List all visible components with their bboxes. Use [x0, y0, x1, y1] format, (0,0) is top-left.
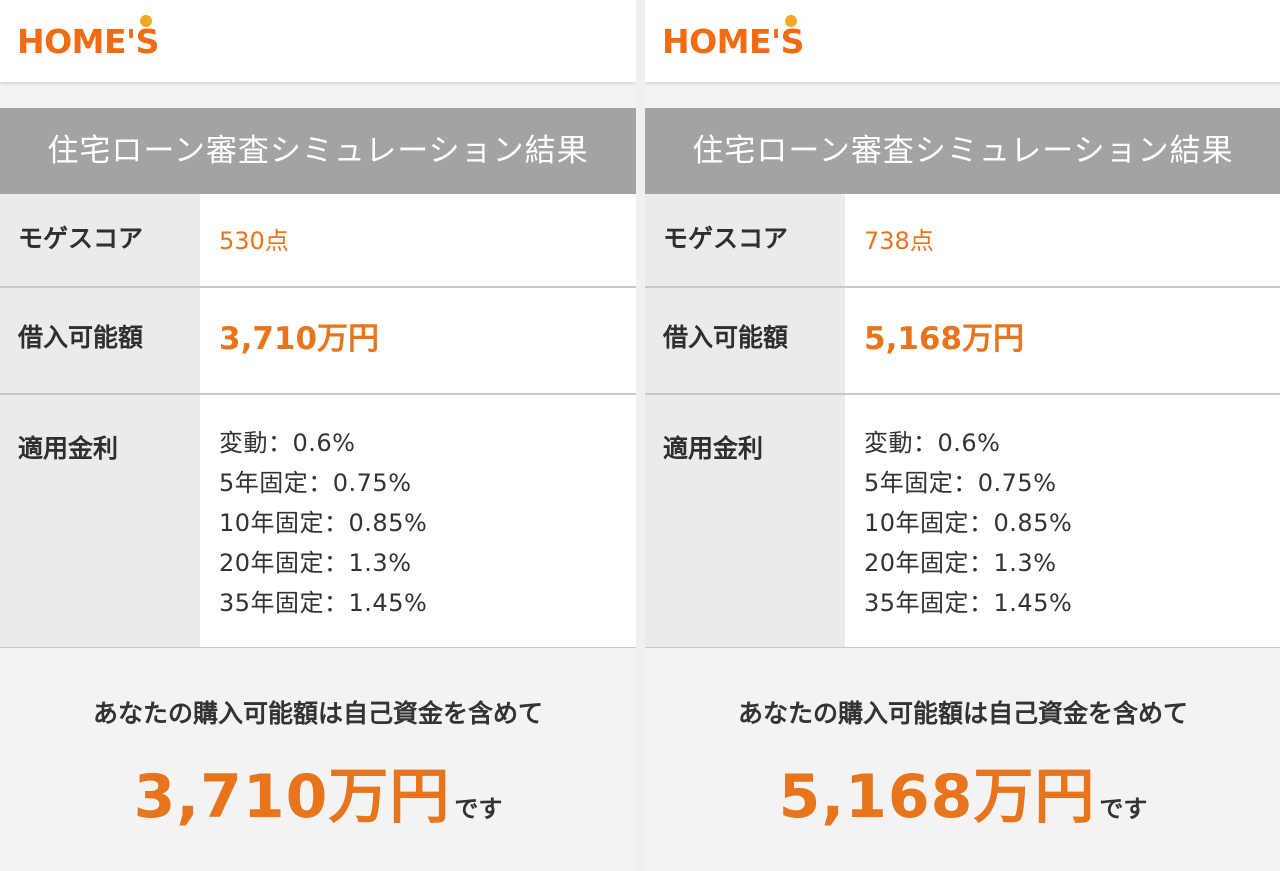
interest-rates-row: 適用金利 変動：0.6% 5年固定：0.75% 10年固定：0.85% 20年固… [645, 395, 1280, 649]
page-title: 住宅ローン審査シミュレーション結果 [645, 108, 1280, 194]
borrowable-amount-row: 借入可能額 5,168万円 [645, 288, 1280, 395]
purchase-summary: あなたの購入可能額は自己資金を含めて 5,168万円 です [645, 648, 1280, 871]
result-table: モゲスコア 738点 借入可能額 5,168万円 適用金利 変動：0.6% 5年… [645, 194, 1280, 649]
interest-rates-list: 変動：0.6% 5年固定：0.75% 10年固定：0.85% 20年固定：1.3… [200, 395, 636, 647]
rate-35yr-fixed: 35年固定：1.45% [219, 589, 428, 617]
rate-20yr-fixed: 20年固定：1.3% [864, 549, 1057, 577]
result-panel-right: HOME'S 住宅ローン審査シミュレーション結果 モゲスコア 738点 借入可能… [645, 0, 1280, 871]
logo-text: HOME'S [17, 22, 159, 61]
page-title: 住宅ローン審査シミュレーション結果 [0, 108, 636, 194]
summary-amount: 5,168万円 [778, 762, 1096, 832]
lightbulb-icon [140, 15, 152, 27]
purchase-summary: あなたの購入可能額は自己資金を含めて 3,710万円 です [0, 648, 636, 871]
interest-rates-label: 適用金利 [0, 395, 200, 647]
summary-suffix: です [1099, 795, 1148, 823]
summary-amount-line: 5,168万円 です [645, 748, 1280, 835]
rate-10yr-fixed: 10年固定：0.85% [864, 509, 1073, 537]
interest-rates-row: 適用金利 変動：0.6% 5年固定：0.75% 10年固定：0.85% 20年固… [0, 395, 636, 649]
score-label: モゲスコア [0, 194, 200, 286]
summary-lead: あなたの購入可能額は自己資金を含めて [737, 699, 1188, 728]
rate-5yr-fixed: 5年固定：0.75% [219, 469, 412, 497]
summary-amount-line: 3,710万円 です [0, 748, 636, 835]
rate-35yr-fixed: 35年固定：1.45% [864, 589, 1073, 617]
logo-text: HOME'S [662, 22, 804, 61]
rate-20yr-fixed: 20年固定：1.3% [219, 549, 412, 577]
summary-amount: 3,710万円 [133, 762, 451, 832]
homes-logo[interactable]: HOME'S [17, 15, 159, 62]
rate-5yr-fixed: 5年固定：0.75% [864, 469, 1057, 497]
borrowable-amount-value: 3,710万円 [219, 321, 380, 357]
result-panel-left: HOME'S 住宅ローン審査シミュレーション結果 モゲスコア 530点 借入可能… [0, 0, 636, 871]
rate-10yr-fixed: 10年固定：0.85% [219, 509, 428, 537]
borrowable-amount-label: 借入可能額 [645, 288, 845, 393]
lightbulb-icon [785, 15, 797, 27]
score-value: 530点 [219, 227, 289, 255]
panel-divider [636, 0, 645, 871]
score-row: モゲスコア 530点 [0, 194, 636, 288]
rate-variable: 変動：0.6% [864, 429, 1001, 457]
interest-rates-list: 変動：0.6% 5年固定：0.75% 10年固定：0.85% 20年固定：1.3… [845, 395, 1280, 647]
interest-rates-label: 適用金利 [645, 395, 845, 647]
app-header: HOME'S [0, 0, 636, 82]
result-table: モゲスコア 530点 借入可能額 3,710万円 適用金利 変動：0.6% 5年… [0, 194, 636, 649]
summary-lead: あなたの購入可能額は自己資金を含めて [92, 699, 543, 728]
borrowable-amount-row: 借入可能額 3,710万円 [0, 288, 636, 395]
score-value: 738点 [864, 227, 934, 255]
score-label: モゲスコア [645, 194, 845, 286]
borrowable-amount-value: 5,168万円 [864, 321, 1025, 357]
rate-variable: 変動：0.6% [219, 429, 356, 457]
summary-suffix: です [454, 795, 503, 823]
score-row: モゲスコア 738点 [645, 194, 1280, 288]
homes-logo[interactable]: HOME'S [662, 15, 804, 62]
app-header: HOME'S [645, 0, 1280, 82]
borrowable-amount-label: 借入可能額 [0, 288, 200, 393]
